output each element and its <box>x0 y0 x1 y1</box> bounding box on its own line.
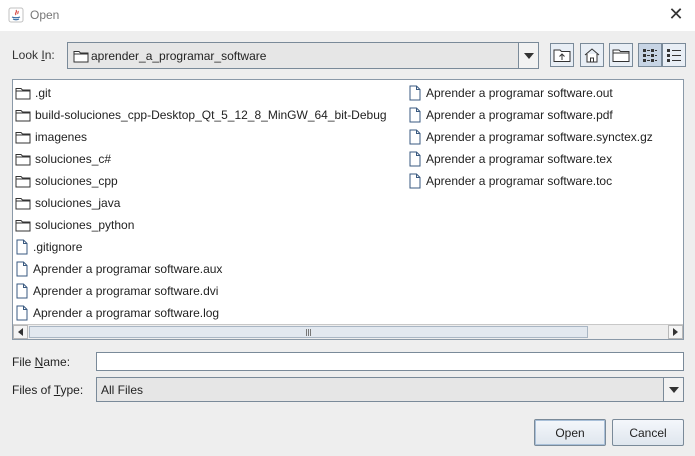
file-list-column-1: .git build-soluciones_cpp-Desktop_Qt_5_12… <box>15 82 387 324</box>
file-icon <box>16 261 28 277</box>
title-bar: Open ✕ <box>0 0 695 31</box>
file-item-label: Aprender a programar software.synctex.gz <box>426 130 653 144</box>
file-name-label: File Name: <box>12 355 71 369</box>
file-item[interactable]: .gitignore <box>15 236 387 258</box>
window-title: Open <box>30 8 60 22</box>
scroll-right-icon[interactable] <box>668 325 683 339</box>
files-of-type-label: Files of Type: <box>12 383 84 397</box>
cancel-button[interactable]: Cancel <box>612 419 684 446</box>
home-icon <box>584 48 600 63</box>
lookin-label: Look In: <box>12 48 55 62</box>
java-app-icon <box>8 7 24 23</box>
scroll-left-icon[interactable] <box>13 325 28 339</box>
lookin-combo[interactable]: aprender_a_programar_software <box>67 42 539 69</box>
file-item[interactable]: Aprender a programar software.pdf <box>408 104 653 126</box>
chevron-down-icon[interactable] <box>663 378 683 401</box>
files-of-type-value: All Files <box>101 383 144 397</box>
file-list-column-2: Aprender a programar software.out Aprende… <box>408 82 653 192</box>
close-icon[interactable]: ✕ <box>665 4 687 26</box>
file-icon <box>409 129 421 145</box>
file-item-label: imagenes <box>35 130 88 144</box>
file-icon <box>409 85 421 101</box>
folder-icon <box>15 88 31 100</box>
file-item-label: Aprender a programar software.toc <box>426 174 613 188</box>
file-item[interactable]: Aprender a programar software.dvi <box>15 280 387 302</box>
folder-item[interactable]: imagenes <box>15 126 387 148</box>
folder-icon <box>15 132 31 144</box>
file-icon <box>409 151 421 167</box>
file-item-label: Aprender a programar software.log <box>33 306 220 320</box>
file-item[interactable]: Aprender a programar software.toc <box>408 170 653 192</box>
file-icon <box>16 239 28 255</box>
folder-item[interactable]: soluciones_python <box>15 214 387 236</box>
file-item[interactable]: Aprender a programar software.synctex.gz <box>408 126 653 148</box>
folder-icon <box>15 176 31 188</box>
grip-icon <box>305 329 312 336</box>
lookin-value: aprender_a_programar_software <box>91 49 267 63</box>
home-button[interactable] <box>580 43 604 67</box>
folder-item[interactable]: build-soluciones_cpp-Desktop_Qt_5_12_8_M… <box>15 104 387 126</box>
horizontal-scrollbar[interactable] <box>13 324 683 339</box>
file-item-label: Aprender a programar software.pdf <box>426 108 613 122</box>
details-view-button[interactable] <box>662 43 686 67</box>
file-icon <box>409 107 421 123</box>
file-item-label: soluciones_java <box>35 196 121 210</box>
file-item-label: Aprender a programar software.aux <box>33 262 223 276</box>
folder-item[interactable]: soluciones_c# <box>15 148 387 170</box>
folder-icon <box>73 51 89 63</box>
file-list[interactable]: .git build-soluciones_cpp-Desktop_Qt_5_12… <box>12 79 684 340</box>
file-item[interactable]: Aprender a programar software.aux <box>15 258 387 280</box>
file-item-label: Aprender a programar software.out <box>426 86 613 100</box>
file-item-label: Aprender a programar software.dvi <box>33 284 219 298</box>
file-item-label: .gitignore <box>33 240 83 254</box>
up-one-level-icon <box>553 49 571 62</box>
new-folder-button[interactable] <box>609 43 633 67</box>
file-item-label: soluciones_python <box>35 218 135 232</box>
scrollbar-thumb[interactable] <box>29 326 588 338</box>
file-item-label: soluciones_cpp <box>35 174 118 188</box>
file-item-label: .git <box>35 86 52 100</box>
new-folder-icon <box>612 49 630 62</box>
file-icon <box>16 283 28 299</box>
file-item[interactable]: Aprender a programar software.log <box>15 302 387 324</box>
file-item-label: build-soluciones_cpp-Desktop_Qt_5_12_8_M… <box>35 108 387 122</box>
file-icon <box>409 173 421 189</box>
folder-icon <box>15 220 31 232</box>
file-item-label: Aprender a programar software.tex <box>426 152 613 166</box>
folder-item[interactable]: .git <box>15 82 387 104</box>
file-icon <box>16 305 28 321</box>
folder-icon <box>15 110 31 122</box>
chevron-down-icon[interactable] <box>518 43 538 68</box>
file-name-input[interactable] <box>96 352 684 371</box>
open-button[interactable]: Open <box>534 419 606 446</box>
file-item[interactable]: Aprender a programar software.out <box>408 82 653 104</box>
folder-icon <box>15 154 31 166</box>
up-one-level-button[interactable] <box>550 43 574 67</box>
folder-icon <box>15 198 31 210</box>
file-item[interactable]: Aprender a programar software.tex <box>408 148 653 170</box>
details-view-icon <box>667 49 681 62</box>
file-item-label: soluciones_c# <box>35 152 112 166</box>
list-view-icon <box>643 49 657 62</box>
folder-item[interactable]: soluciones_cpp <box>15 170 387 192</box>
list-view-button[interactable] <box>638 43 662 67</box>
folder-item[interactable]: soluciones_java <box>15 192 387 214</box>
files-of-type-combo[interactable]: All Files <box>96 377 684 402</box>
